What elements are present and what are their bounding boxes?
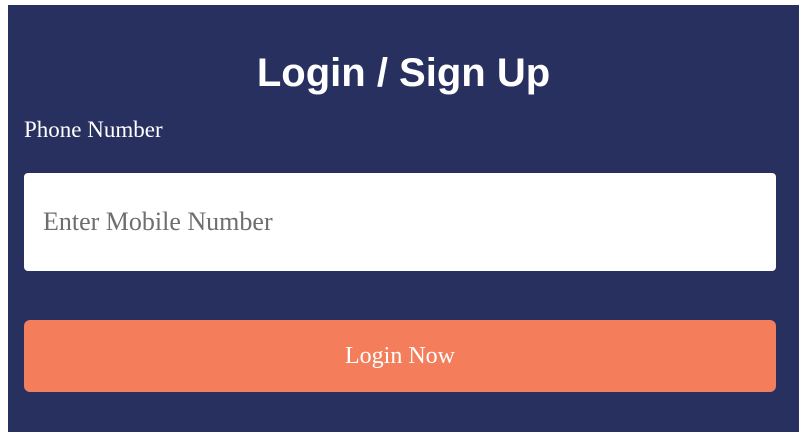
phone-number-input[interactable]	[24, 173, 776, 271]
form-title: Login / Sign Up	[256, 51, 551, 95]
login-now-button[interactable]: Login Now	[24, 320, 776, 392]
login-panel: Login / Sign Up Phone Number Login Now	[8, 5, 799, 432]
phone-number-label: Phone Number	[24, 117, 163, 142]
